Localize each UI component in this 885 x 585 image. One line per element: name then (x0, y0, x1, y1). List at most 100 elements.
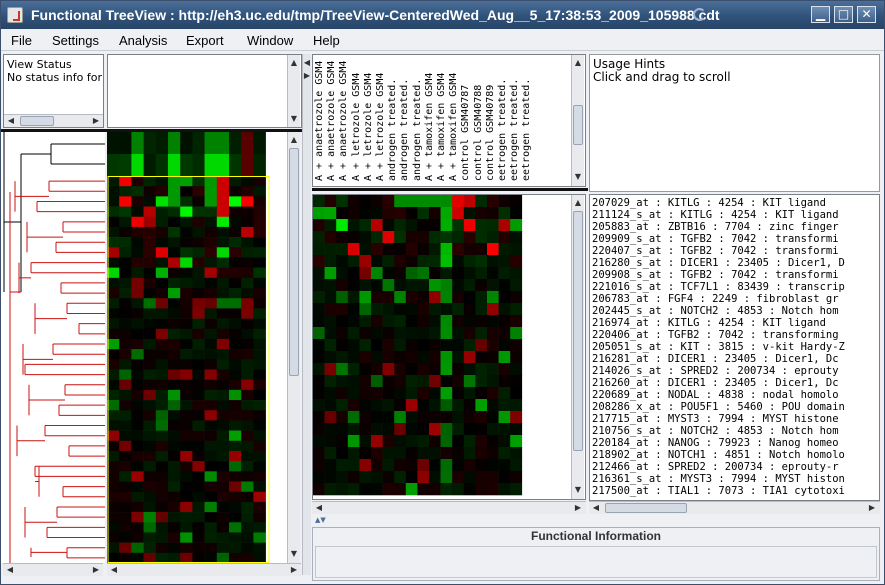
heatmap-cell (498, 231, 511, 244)
scroll-up-arrow-icon[interactable]: ▲ (288, 134, 300, 146)
heatmap-cell (487, 267, 499, 280)
gene-list-item[interactable]: 216280_s_at : DICER1 : 23405 : Dicer1, D (592, 257, 876, 269)
gene-list-item[interactable]: 210756_s_at : NOTCH2 : 4853 : Notch hom (592, 425, 876, 437)
tree-hscrollbar[interactable]: ◀ ▶ (3, 563, 103, 576)
heatmap-cell (452, 255, 465, 268)
gene-tree[interactable] (1, 132, 105, 563)
heatmap-cell (216, 552, 230, 563)
gene-list-item[interactable]: 205883_at : ZBTB16 : 7704 : zinc finger (592, 221, 876, 233)
scroll-up-arrow-icon[interactable]: ▲ (572, 197, 584, 209)
split-arrows-icon[interactable]: ▲▼ (315, 516, 326, 524)
minimize-button[interactable]: ▁ (811, 6, 830, 23)
menu-file[interactable]: File (11, 33, 32, 48)
scroll-right-arrow-icon[interactable]: ▶ (866, 502, 878, 514)
menu-window[interactable]: Window (247, 33, 293, 48)
gene-list-item[interactable]: 216361_s_at : MYST3 : 7994 : MYST histon (592, 473, 876, 485)
zoom-heatmap-pane[interactable]: ▲ ▼ (312, 194, 586, 500)
scroll-right-arrow-icon[interactable]: ▶ (572, 502, 584, 514)
close-button[interactable]: ✕ (857, 6, 876, 23)
labels-vscrollbar[interactable]: ▲ ▼ (571, 55, 584, 186)
heatmap-cell (143, 216, 157, 228)
scroll-left-arrow-icon[interactable]: ◀ (313, 502, 325, 514)
gene-list-item[interactable]: 214026_s_at : SPRED2 : 200734 : eprouty (592, 365, 876, 377)
heatmap-cell (429, 219, 441, 232)
scroll-left-arrow-icon[interactable]: ◀ (590, 502, 602, 514)
heatmap-cell (204, 247, 218, 258)
scroll-down-arrow-icon[interactable]: ▼ (572, 171, 584, 183)
scroll-thumb[interactable] (573, 105, 583, 145)
gene-list-item[interactable]: 220689_at : NODAL : 4838 : nodal homolo (592, 389, 876, 401)
scroll-down-arrow-icon[interactable]: ▼ (288, 113, 300, 125)
scroll-right-arrow-icon[interactable]: ▶ (288, 564, 300, 576)
scroll-left-arrow-icon[interactable]: ◀ (108, 564, 120, 576)
functional-info-content[interactable] (315, 546, 877, 578)
gene-list-item[interactable]: 212466_at : SPRED2 : 200734 : eprouty-r (592, 461, 876, 473)
gene-list-item[interactable]: 206783_at : FGF4 : 2249 : fibroblast gr (592, 293, 876, 305)
gene-list-item[interactable]: 211124_s_at : KITLG : 4254 : KIT ligand (592, 209, 876, 221)
heatmap-cell (204, 481, 218, 493)
gene-list-item[interactable]: 217715_at : MYST3 : 7994 : MYST histone (592, 413, 876, 425)
global-vscrollbar[interactable]: ▲ ▼ (287, 132, 300, 563)
heatmap-cell (131, 410, 144, 421)
scroll-thumb[interactable] (289, 148, 299, 376)
heatmap-cell (487, 327, 499, 340)
gene-list-item[interactable]: 202445_s_at : NOTCH2 : 4853 : Notch hom (592, 305, 876, 317)
genes-hscrollbar[interactable]: ◀ ▶ (589, 501, 880, 514)
array-label: control GSM40788 (472, 84, 484, 181)
gene-list-item[interactable]: 220406_at : TGFB2 : 7042 : transforming (592, 329, 876, 341)
zoom-hscrollbar[interactable]: ◀ ▶ (312, 501, 586, 514)
global-heatmap[interactable] (107, 132, 288, 563)
menu-help[interactable]: Help (313, 33, 340, 48)
menu-export[interactable]: Export (186, 33, 224, 48)
splitter[interactable]: ◀ ▶ (302, 54, 311, 575)
scroll-down-arrow-icon[interactable]: ▼ (288, 548, 300, 560)
gene-list-item[interactable]: 220407_s_at : TGFB2 : 7042 : transformi (592, 245, 876, 257)
gene-tree-pane[interactable] (1, 132, 105, 563)
heatmap-cell (155, 267, 169, 279)
gene-list-item[interactable]: 216281_at : DICER1 : 23405 : Dicer1, Dc (592, 353, 876, 365)
heatmap-cell (192, 226, 205, 238)
gene-list-item[interactable]: 216974_at : KITLG : 4254 : KIT ligand (592, 317, 876, 329)
gene-list-item[interactable]: 218902_at : NOTCH1 : 4851 : Notch homolo (592, 449, 876, 461)
gene-list-pane[interactable]: 207029_at : KITLG : 4254 : KIT ligand 211… (589, 194, 880, 501)
scroll-right-arrow-icon[interactable]: ▶ (90, 115, 102, 127)
scroll-up-arrow-icon[interactable]: ▲ (572, 57, 584, 69)
heatmap-cell (192, 132, 205, 155)
global-heatmap-pane[interactable] (107, 132, 288, 563)
heatmap-cell (107, 369, 120, 380)
gene-list-item[interactable]: 217500_at : TIAL1 : 7073 : TIA1 cytotoxi (592, 485, 876, 497)
scroll-left-arrow-icon[interactable]: ◀ (4, 564, 16, 576)
heatmap-cell (452, 267, 465, 280)
gene-list-item[interactable]: 220184_at : NANOG : 79923 : Nanog homeo (592, 437, 876, 449)
scroll-left-arrow-icon[interactable]: ◀ (5, 115, 17, 127)
gene-list-item[interactable]: 209908_s_at : TGFB2 : 7042 : transformi (592, 269, 876, 281)
gene-list-item[interactable]: 221016_s_at : TCF7L1 : 83439 : transcrip (592, 281, 876, 293)
header-vscrollbar[interactable]: ▲ ▼ (287, 55, 300, 127)
scroll-thumb[interactable] (605, 503, 687, 513)
gene-list-item[interactable]: 207029_at : KITLG : 4254 : KIT ligand (592, 197, 876, 209)
heatmap-cell (405, 279, 418, 292)
heatmap-cell (498, 483, 511, 496)
heatmap-cell (324, 267, 337, 280)
scroll-up-arrow-icon[interactable]: ▲ (288, 57, 300, 69)
heatmap-cell (241, 206, 254, 218)
scroll-right-arrow-icon[interactable]: ▶ (90, 564, 102, 576)
status-hscrollbar[interactable]: ◀ ▶ (4, 114, 103, 127)
menu-settings[interactable]: Settings (52, 33, 99, 48)
gene-list-item[interactable]: 208286_x_at : POU5F1 : 5460 : POU domain (592, 401, 876, 413)
gene-list-item[interactable]: 205051_s_at : KIT : 3815 : v-kit Hardy-Z (592, 341, 876, 353)
heatmap-cell (475, 231, 488, 244)
heatmap-cell (180, 410, 193, 421)
gene-list-item[interactable]: 209909_s_at : TGFB2 : 7042 : transformi (592, 233, 876, 245)
zoom-vscrollbar[interactable]: ▲ ▼ (571, 195, 584, 499)
menu-analysis[interactable]: Analysis (119, 33, 167, 48)
scroll-thumb[interactable] (573, 211, 583, 451)
scroll-down-arrow-icon[interactable]: ▼ (572, 484, 584, 496)
heatmap-cell (204, 154, 218, 177)
zoom-heatmap[interactable] (313, 195, 571, 499)
scroll-thumb[interactable] (20, 116, 54, 126)
gene-list[interactable]: 207029_at : KITLG : 4254 : KIT ligand 211… (592, 197, 876, 497)
gene-list-item[interactable]: 216260_at : DICER1 : 23405 : Dicer1, Dc (592, 377, 876, 389)
maximize-button[interactable]: □ (834, 6, 853, 23)
global-hscrollbar[interactable]: ◀ ▶ (107, 563, 301, 576)
